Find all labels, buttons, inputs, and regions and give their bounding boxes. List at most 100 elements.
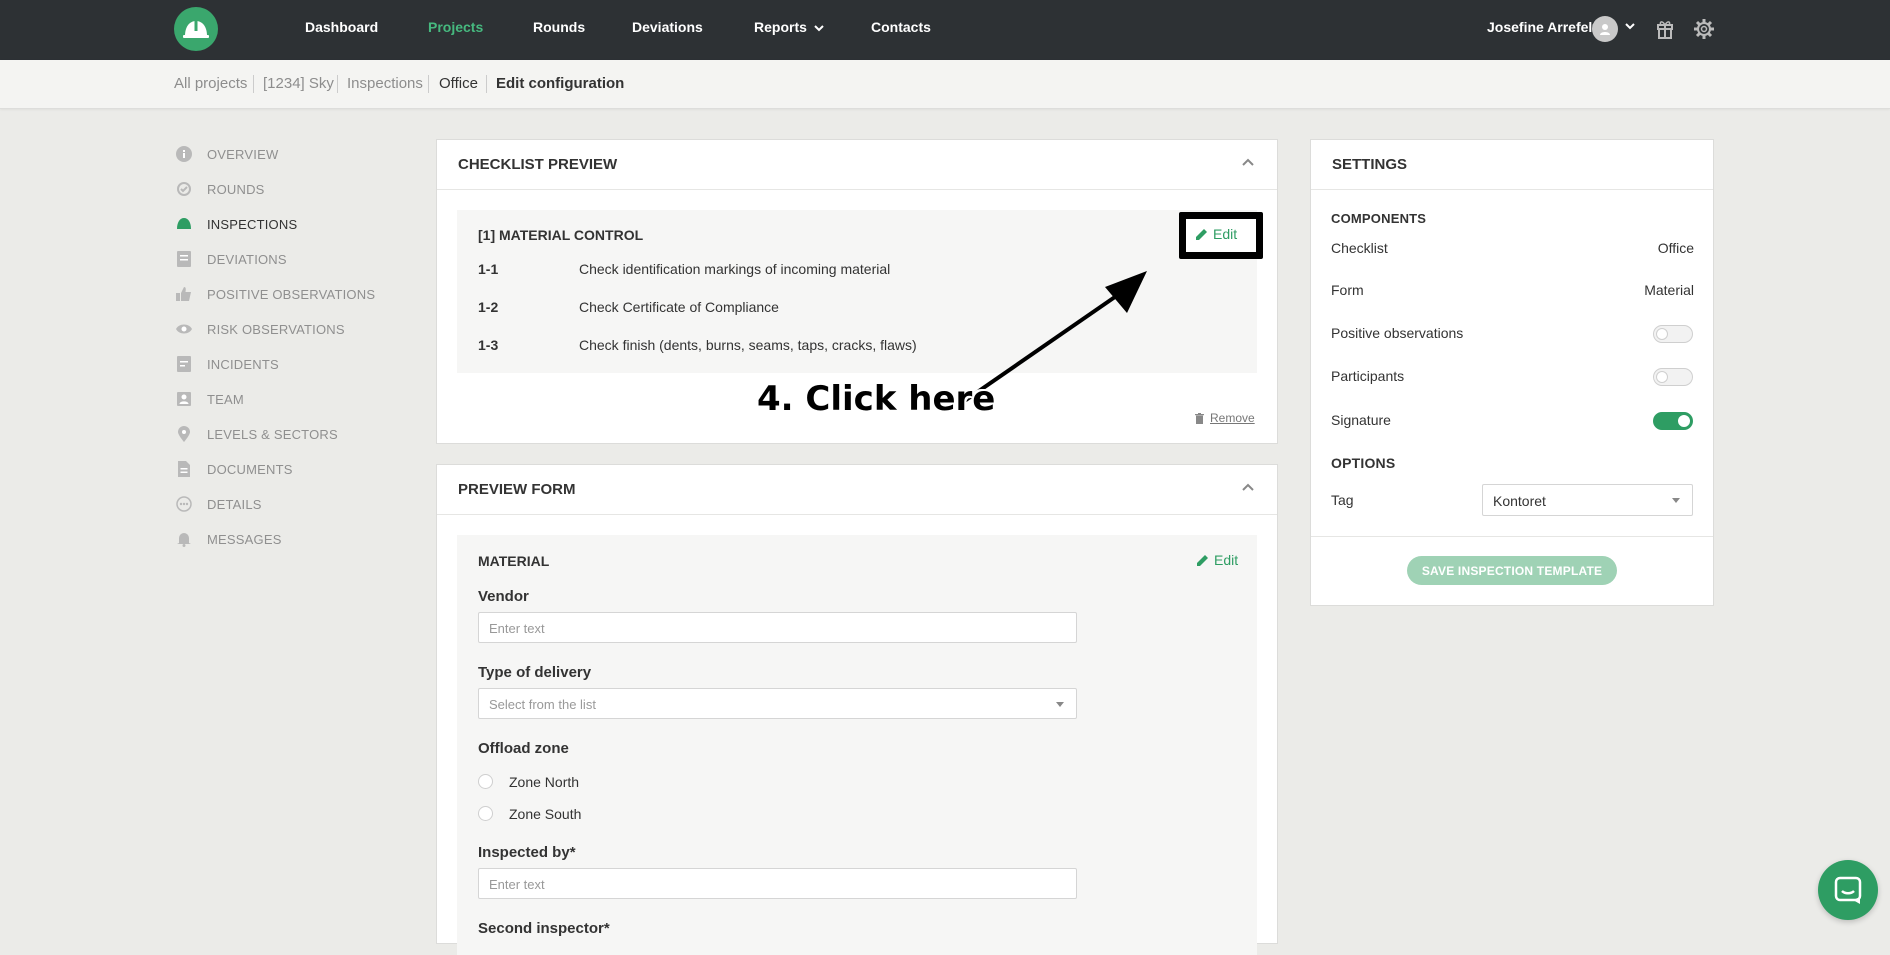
helmet-logo-icon[interactable] (174, 7, 218, 51)
panel-title: SETTINGS (1332, 156, 1408, 173)
checklist-section-title: [1] MATERIAL CONTROL (478, 227, 644, 243)
sidebar-item-label: DETAILS (207, 496, 262, 512)
gift-icon[interactable] (1656, 18, 1674, 40)
sidebar-item-label: INCIDENTS (207, 356, 279, 372)
checklist-row-text: Check finish (dents, burns, seams, taps,… (579, 337, 917, 353)
positive-observations-label: Positive observations (1331, 325, 1464, 341)
positive-observations-toggle[interactable] (1653, 325, 1693, 343)
sidebar-item-label: DEVIATIONS (207, 251, 287, 267)
remove-label: Remove (1210, 411, 1255, 425)
breadcrumb-divider (486, 75, 487, 93)
chevron-down-icon (814, 25, 824, 32)
info-icon (176, 146, 192, 162)
nav-reports[interactable]: Reports (754, 19, 824, 35)
eye-icon (176, 321, 192, 337)
chevron-up-icon[interactable] (1241, 481, 1255, 493)
breadcrumb: All projects [1234] Sky Inspections Offi… (0, 60, 1890, 109)
checklist-row-number: 1-1 (478, 261, 499, 277)
tag-select[interactable]: Kontoret (1482, 484, 1693, 516)
breadcrumb-current: Edit configuration (496, 75, 625, 92)
sidebar-item-inspections[interactable]: INSPECTIONS (176, 214, 297, 234)
sidebar-item-messages[interactable]: MESSAGES (176, 529, 282, 549)
remove-button[interactable]: Remove (1195, 411, 1255, 425)
sidebar-item-team[interactable]: TEAM (176, 389, 244, 409)
location-pin-icon (176, 426, 192, 442)
gear-icon[interactable] (1693, 18, 1715, 40)
tag-select-value: Kontoret (1493, 493, 1546, 509)
settings-panel: SETTINGS COMPONENTS Checklist Office For… (1310, 139, 1714, 606)
chat-icon (1834, 876, 1862, 904)
breadcrumb-divider (337, 75, 338, 93)
divider (1311, 536, 1713, 537)
form-setting-value[interactable]: Material (1644, 282, 1694, 298)
nav-reports-label: Reports (754, 19, 807, 35)
sidebar-item-overview[interactable]: OVERVIEW (176, 144, 278, 164)
nav-projects[interactable]: Projects (428, 19, 483, 35)
sidebar-item-details[interactable]: DETAILS (176, 494, 262, 514)
checklist-row-number: 1-2 (478, 299, 499, 315)
zone-south-radio[interactable] (478, 806, 493, 821)
helmet-icon (176, 216, 192, 232)
sidebar-item-incidents[interactable]: INCIDENTS (176, 354, 279, 374)
toggle-knob (1656, 371, 1668, 383)
checklist-setting-value[interactable]: Office (1658, 240, 1694, 256)
sidebar-item-rounds[interactable]: ROUNDS (176, 179, 265, 199)
panel-header: PREVIEW FORM (437, 465, 1277, 515)
breadcrumb-project[interactable]: [1234] Sky (263, 75, 334, 92)
save-inspection-template-button[interactable]: SAVE INSPECTION TEMPLATE (1407, 556, 1617, 585)
panel-title: PREVIEW FORM (458, 481, 576, 498)
avatar[interactable] (1592, 16, 1618, 42)
nav-dashboard[interactable]: Dashboard (305, 19, 378, 35)
signature-toggle[interactable] (1653, 412, 1693, 430)
zone-south-label: Zone South (509, 806, 582, 822)
rounds-icon (176, 181, 192, 197)
checklist-row-text: Check Certificate of Compliance (579, 299, 779, 315)
sidebar-item-label: MESSAGES (207, 531, 282, 547)
thumbs-up-icon (176, 286, 192, 302)
signature-label: Signature (1331, 412, 1391, 428)
incidents-icon (176, 356, 192, 372)
breadcrumb-all-projects[interactable]: All projects (174, 75, 247, 92)
form-section-title: MATERIAL (478, 553, 550, 569)
document-icon (176, 461, 192, 477)
breadcrumb-office[interactable]: Office (439, 75, 478, 92)
form-setting-label: Form (1331, 282, 1364, 298)
form-edit-button[interactable]: Edit (1197, 552, 1238, 568)
sidebar-item-label: ROUNDS (207, 181, 265, 197)
zone-north-radio[interactable] (478, 774, 493, 789)
pencil-icon (1196, 229, 1207, 240)
vendor-label: Vendor (478, 588, 529, 605)
toggle-knob (1678, 415, 1690, 427)
team-icon (176, 391, 192, 407)
breadcrumb-inspections[interactable]: Inspections (347, 75, 423, 92)
nav-deviations[interactable]: Deviations (632, 19, 703, 35)
checklist-edit-button[interactable]: Edit (1196, 226, 1237, 242)
user-name[interactable]: Josefine Arrefelt (1487, 19, 1597, 35)
checklist-row-text: Check identification markings of incomin… (579, 261, 891, 277)
user-menu-chevron-icon[interactable] (1624, 20, 1636, 32)
nav-contacts[interactable]: Contacts (871, 19, 931, 35)
sidebar-item-label: LEVELS & SECTORS (207, 426, 338, 442)
sidebar-item-positive-observations[interactable]: POSITIVE OBSERVATIONS (176, 284, 375, 304)
delivery-type-select[interactable]: Select from the list (478, 688, 1077, 719)
offload-zone-label: Offload zone (478, 740, 569, 757)
checklist-setting-label: Checklist (1331, 240, 1388, 256)
components-heading: COMPONENTS (1331, 211, 1427, 226)
zone-north-label: Zone North (509, 774, 580, 790)
inspected-by-input[interactable]: Enter text (478, 868, 1077, 899)
nav-rounds[interactable]: Rounds (533, 19, 585, 35)
chat-launcher-button[interactable] (1818, 860, 1878, 920)
sidebar-item-documents[interactable]: DOCUMENTS (176, 459, 293, 479)
panel-header: SETTINGS (1311, 140, 1713, 190)
sidebar-item-label: RISK OBSERVATIONS (207, 321, 345, 337)
sidebar-item-label: TEAM (207, 391, 244, 407)
sidebar-item-risk-observations[interactable]: RISK OBSERVATIONS (176, 319, 345, 339)
edit-label: Edit (1214, 552, 1239, 568)
participants-toggle[interactable] (1653, 368, 1693, 386)
second-inspector-label: Second inspector* (478, 920, 610, 937)
chevron-up-icon[interactable] (1241, 156, 1255, 168)
details-icon (176, 496, 192, 512)
vendor-input[interactable]: Enter text (478, 612, 1077, 643)
sidebar-item-levels-sectors[interactable]: LEVELS & SECTORS (176, 424, 338, 444)
sidebar-item-deviations[interactable]: DEVIATIONS (176, 249, 287, 269)
